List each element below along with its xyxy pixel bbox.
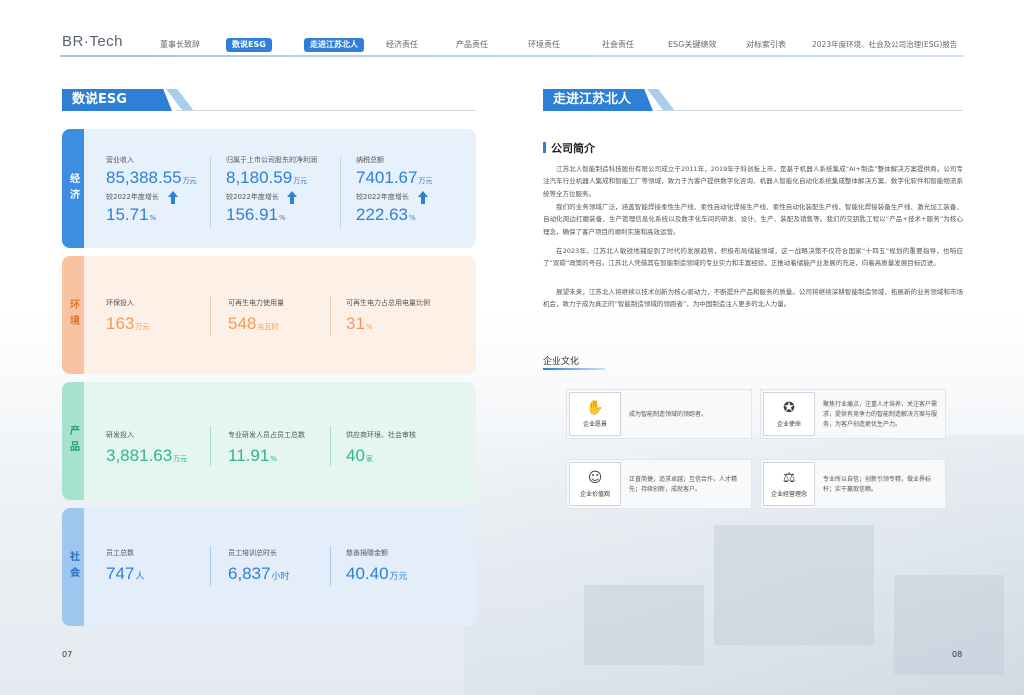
divider [330, 426, 331, 466]
report-spread: BR·Tech 董事长致辞 数说ESG 走进江苏北人 经济责任 产品责任 环境责… [0, 0, 1024, 695]
economy-tab: 经济 [62, 129, 84, 248]
metric-employees: 员工总数 747人 [106, 549, 145, 583]
nav-report-title[interactable]: 2023年度环境、社会及公司治理(ESG)报告 [812, 38, 957, 52]
nav-esg-data[interactable]: 数说ESG [226, 38, 272, 52]
profile-heading: 公司简介 [543, 140, 595, 156]
divider [330, 296, 331, 336]
handshake-icon: ✋ [586, 400, 604, 416]
metric-training-hours: 员工培训总时长 6,837小时 [228, 549, 290, 583]
metric-supplier-audit: 供应商环境、社会审核 40家 [346, 431, 416, 465]
metric-renewable-usage: 可再生电力使用量 548兆瓦时 [228, 299, 284, 333]
page-number-left: 07 [62, 650, 73, 659]
social-card: 社会 员工总数 747人 员工培训总时长 6,837小时 慈善捐赠金额 40.4… [62, 508, 476, 626]
left-section-title: 数说ESG [62, 89, 172, 111]
up-arrow-icon [168, 191, 178, 204]
culture-vision: ✋ 企业愿景 成为智能制造领域的领跑者。 [566, 389, 752, 439]
culture-philosophy: ⚖ 企业经营理念 专业所以自信；创新引领专精，做业界标杆；实干赢取信赖。 [760, 459, 946, 509]
metric-donation: 慈善捐赠金额 40.40万元 [346, 549, 408, 583]
title-underline [176, 110, 476, 111]
metric-rd-staff: 专业研发人员占员工总数 11.91% [228, 431, 305, 465]
profile-paragraph: 展望未来，江苏北人将继续以技术创新为核心驱动力，不断提升产品和服务的质量。公司将… [543, 288, 963, 309]
nav-about[interactable]: 走进江苏北人 [304, 38, 364, 52]
brand-logo: BR·Tech [62, 33, 124, 50]
nav-product[interactable]: 产品责任 [456, 38, 488, 52]
environment-tab: 环境 [62, 256, 84, 374]
metric-rd-investment: 研发投入 3,881.63万元 [106, 431, 188, 465]
culture-values: ☺ 企业价值观 正直简捷，追求卓越；互信合作，人才精先；持续创新，成就客户。 [566, 459, 752, 509]
award-icon: ✪ [783, 400, 795, 416]
metric-env-investment: 环保投入 163万元 [106, 299, 150, 333]
nav-index[interactable]: 对标索引表 [746, 38, 786, 52]
header-divider [60, 55, 964, 57]
profile-paragraph: 我们的业务领域广泛，涵盖智能焊接柔性生产线、柔性自动化焊接生产线、柔性自动化装配… [543, 203, 963, 236]
nav-esg-kpi[interactable]: ESG关键绩效 [668, 38, 716, 52]
metric-net-profit: 归属于上市公司股东的净利润 8,180.59万元 较2022年度增长 156.9… [226, 156, 317, 224]
up-arrow-icon [418, 191, 428, 204]
divider [210, 426, 211, 466]
culture-mission: ✪ 企业使命 聚焦行业痛点，注重人才培养，关注客户需求，提供有竞争力的智能制造解决… [760, 389, 946, 439]
top-nav: 董事长致辞 数说ESG 走进江苏北人 经济责任 产品责任 环境责任 社会责任 E… [150, 38, 970, 54]
social-tab: 社会 [62, 508, 84, 626]
divider [210, 157, 211, 229]
metric-revenue: 营业收入 85,388.55万元 较2022年度增长 15.71% [106, 156, 197, 224]
team-icon: ☺ [587, 470, 603, 486]
title-underline [657, 110, 963, 111]
profile-paragraph: 江苏北人智能制造科技股份有限公司成立于2011年，2019年于科创板上市，是基于… [543, 165, 963, 198]
product-tab: 产品 [62, 382, 84, 500]
nav-social[interactable]: 社会责任 [602, 38, 634, 52]
environment-card: 环境 环保投入 163万元 可再生电力使用量 548兆瓦时 可再生电力占总用电量… [62, 256, 476, 374]
right-section-title: 走进江苏北人 [543, 89, 653, 111]
divider [210, 296, 211, 336]
page-number-right: 08 [952, 650, 963, 659]
up-arrow-icon [287, 191, 297, 204]
economy-card: 经济 营业收入 85,388.55万元 较2022年度增长 15.71% 归属于… [62, 129, 476, 248]
divider [330, 546, 331, 586]
product-card: 产品 研发投入 3,881.63万元 专业研发人员占员工总数 11.91% 供应… [62, 382, 476, 500]
balance-icon: ⚖ [782, 470, 796, 486]
culture-heading: 企业文化 [543, 357, 580, 367]
nav-economic[interactable]: 经济责任 [386, 38, 418, 52]
profile-paragraph: 在2023年，江苏北人敏锐地捕捉到了时代的发展趋势，积极布局储能领域，这一战略决… [543, 247, 963, 268]
metric-tax: 纳税总额 7401.67万元 较2022年度增长 222.63% [356, 156, 433, 224]
nav-environment[interactable]: 环境责任 [528, 38, 560, 52]
metric-renewable-ratio: 可再生电力占总用电量比例 31% [346, 299, 430, 333]
culture-underline [543, 368, 605, 370]
divider [210, 546, 211, 586]
nav-chairman[interactable]: 董事长致辞 [160, 38, 200, 52]
divider [340, 157, 341, 229]
